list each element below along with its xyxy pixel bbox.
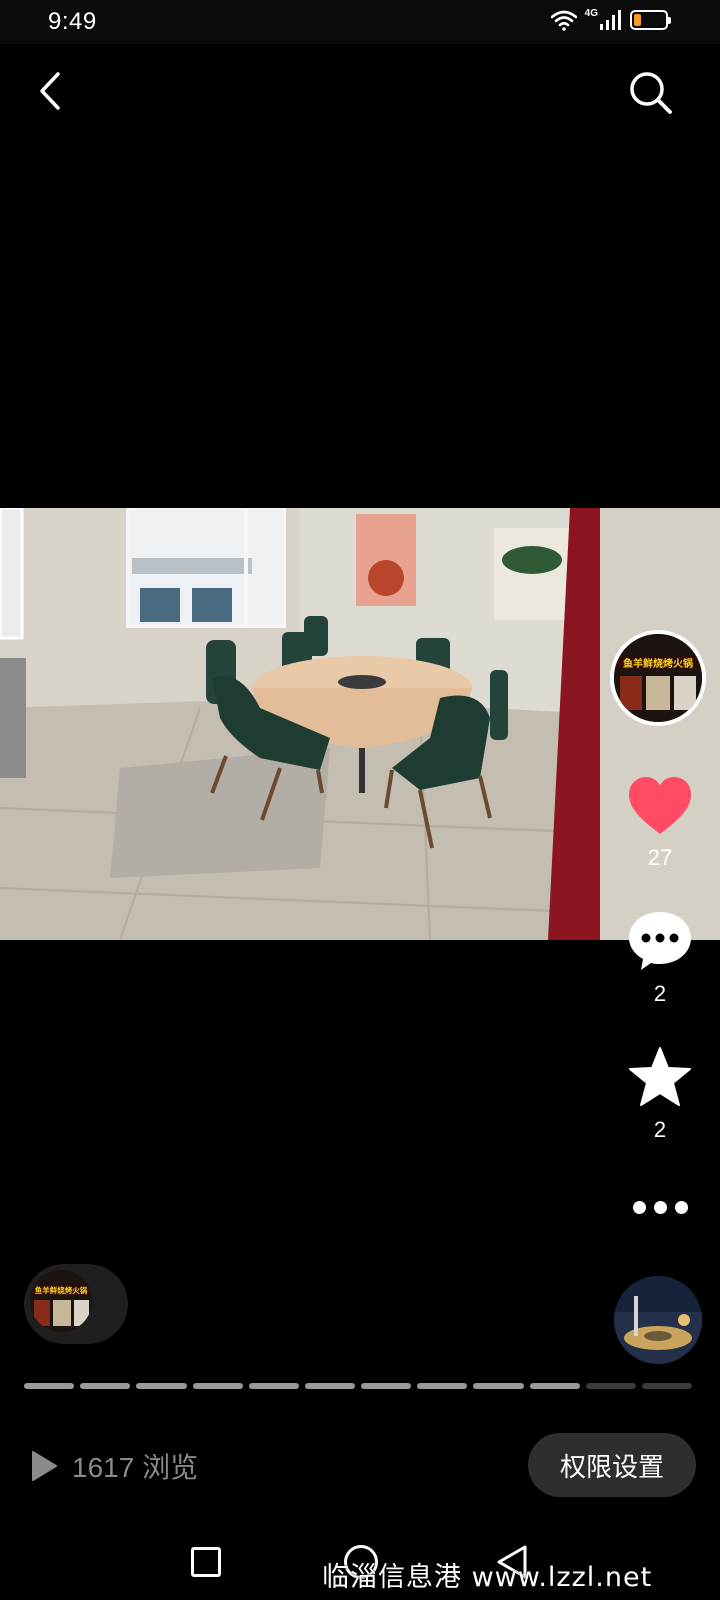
progress-segment-fill xyxy=(24,1383,75,1389)
progress-segment-fill xyxy=(304,1383,356,1389)
back-button[interactable] xyxy=(30,70,72,112)
music-disc-image xyxy=(614,1276,702,1364)
progress-segment-fill xyxy=(192,1383,243,1389)
heart-icon xyxy=(629,777,691,834)
comment-bubble-icon xyxy=(629,912,691,970)
status-icons: 4G xyxy=(550,7,671,31)
thumbnail-sign-text: 鱼羊鲜烧烤火锅 xyxy=(35,1285,88,1295)
play-icon xyxy=(32,1451,57,1481)
battery-level xyxy=(634,14,641,26)
search-icon xyxy=(630,72,672,114)
progress-segment xyxy=(304,1383,356,1389)
source-thumbnail: 鱼羊鲜烧烤火锅 xyxy=(30,1270,92,1332)
progress-segment-fill xyxy=(80,1383,131,1389)
more-dot-icon xyxy=(632,1200,646,1214)
cell-signal-icon xyxy=(600,10,621,30)
progress-segment-fill xyxy=(248,1383,299,1389)
storefront-thumbnail: 鱼羊鲜烧烤火锅 xyxy=(30,1270,92,1332)
site-watermark: 临淄信息港 www.lzzl.net xyxy=(322,1562,653,1593)
chevron-left-icon xyxy=(40,72,60,110)
progress-segment xyxy=(136,1383,187,1389)
comment-count: 2 xyxy=(653,981,667,1006)
post-photo[interactable] xyxy=(0,508,720,940)
storefront-thumbnail: 鱼羊鲜烧烤火锅 xyxy=(614,634,702,722)
status-time: 9:49 xyxy=(48,8,97,35)
avatar-sign-text: 鱼羊鲜烧烤火锅 xyxy=(623,657,693,670)
progress-segment-fill xyxy=(417,1383,468,1389)
favorite-button[interactable]: 2 xyxy=(620,1046,700,1143)
more-dot-icon xyxy=(674,1200,688,1214)
progress-segment xyxy=(417,1383,468,1389)
gallery-progress xyxy=(24,1383,693,1389)
more-dot-icon xyxy=(653,1200,667,1214)
progress-segment-fill xyxy=(361,1383,412,1389)
progress-segment xyxy=(361,1383,412,1389)
more-options-button[interactable] xyxy=(620,1192,700,1222)
progress-segment xyxy=(80,1383,131,1389)
progress-segment xyxy=(641,1383,693,1389)
author-avatar[interactable]: 鱼羊鲜烧烤火锅 xyxy=(610,630,706,726)
view-count: 1617 浏览 xyxy=(72,1452,199,1483)
music-disc[interactable] xyxy=(614,1276,702,1364)
favorite-count: 2 xyxy=(653,1117,667,1142)
progress-segment xyxy=(529,1383,580,1389)
progress-segment xyxy=(24,1383,75,1389)
search-button[interactable] xyxy=(628,70,674,116)
progress-segment xyxy=(473,1383,524,1389)
dining-room-image xyxy=(0,508,720,940)
progress-segment-fill xyxy=(473,1383,524,1389)
permission-settings-button[interactable]: 权限设置 xyxy=(528,1433,696,1497)
wifi-icon xyxy=(550,10,577,31)
star-icon xyxy=(629,1047,691,1106)
network-type-label: 4G xyxy=(584,7,598,19)
like-count: 27 xyxy=(647,845,673,870)
source-thumbnail-pill[interactable]: 鱼羊鲜烧烤火锅 xyxy=(24,1264,128,1344)
view-count-row: 1617 浏览 xyxy=(30,1446,198,1486)
like-button[interactable]: 27 xyxy=(620,776,700,871)
progress-segment xyxy=(248,1383,299,1389)
progress-segment xyxy=(585,1383,636,1389)
progress-segment-fill xyxy=(529,1383,580,1389)
recent-apps-button[interactable] xyxy=(191,1547,221,1577)
progress-segment xyxy=(192,1383,243,1389)
battery-icon xyxy=(630,10,671,30)
progress-segment-fill xyxy=(136,1383,187,1389)
comment-button[interactable]: 2 xyxy=(620,910,700,1007)
status-bar: 9:49 4G xyxy=(0,0,720,44)
